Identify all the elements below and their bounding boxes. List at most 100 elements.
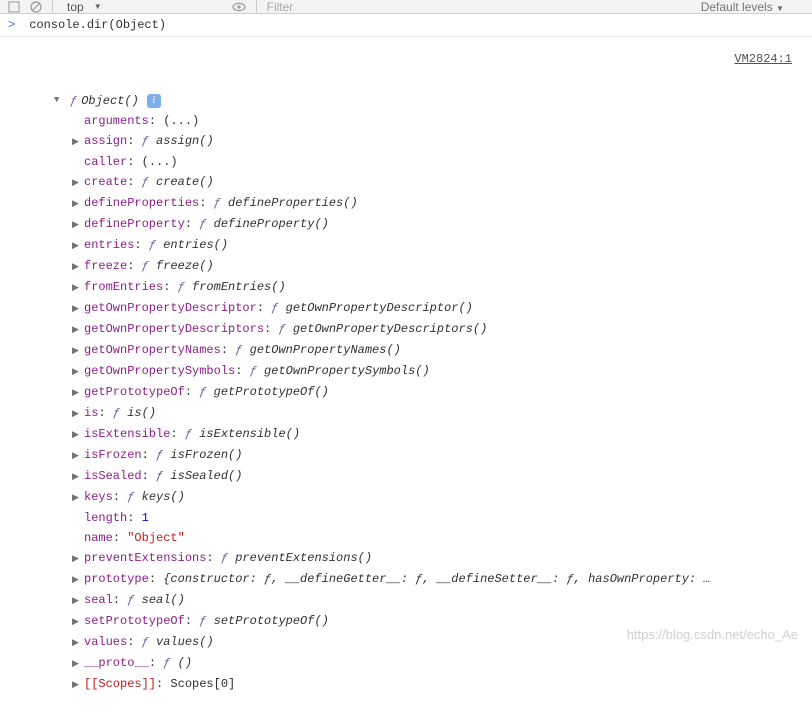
property-row[interactable]: ▶preventExtensions: ƒ preventExtensions(… [72,548,804,569]
disclosure-icon[interactable]: ▶ [72,612,82,632]
disclosure-icon[interactable]: ▶ [72,446,82,466]
disclosure-icon[interactable]: ▶ [72,404,82,424]
eye-icon[interactable] [232,2,246,12]
property-row[interactable]: ▶getOwnPropertySymbols: ƒ getOwnProperty… [72,361,804,382]
property-row[interactable]: ▶getPrototypeOf: ƒ getPrototypeOf() [72,382,804,403]
property-sep: : [149,572,163,586]
property-row[interactable]: ▶is: ƒ is() [72,403,804,424]
source-link[interactable]: VM2824:1 [734,52,792,66]
property-row[interactable]: ▶defineProperty: ƒ defineProperty() [72,214,804,235]
disclosure-icon[interactable]: ▶ [72,488,82,508]
property-row[interactable]: ▶create: ƒ create() [72,172,804,193]
context-selector[interactable]: top [67,0,84,14]
disclosure-icon[interactable]: ▶ [72,278,82,298]
property-sep: : [170,427,184,441]
property-sep: : [127,175,141,189]
disclosure-icon[interactable]: ▶ [72,591,82,611]
disclosure-icon[interactable]: ▶ [72,236,82,256]
property-row[interactable]: ▶prototype: {constructor: ƒ, __defineGet… [72,569,804,590]
property-row[interactable]: ▶getOwnPropertyDescriptor: ƒ getOwnPrope… [72,298,804,319]
function-signature: getOwnPropertyDescriptor() [286,301,473,315]
property-row[interactable]: ▶isFrozen: ƒ isFrozen() [72,445,804,466]
disclosure-icon[interactable]: ▶ [72,570,82,590]
disclosure-icon[interactable]: ▶ [72,173,82,193]
disclosure-icon[interactable]: ▶ [72,132,82,152]
property-row[interactable]: ▶seal: ƒ seal() [72,590,804,611]
property-row[interactable]: caller: (...) [72,152,804,172]
console-input-line[interactable]: > console.dir(Object) [0,14,812,37]
property-sep: : [142,469,156,483]
disclosure-icon[interactable]: ▶ [72,467,82,487]
disclosure-icon[interactable]: ▶ [72,299,82,319]
disclosure-icon[interactable]: ▶ [72,194,82,214]
context-dropdown-icon[interactable]: ▼ [94,2,102,11]
filter-input[interactable]: Filter [267,0,427,14]
properties-list: arguments: (...)▶assign: ƒ assign()calle… [54,111,804,695]
property-row[interactable]: ▶getOwnPropertyNames: ƒ getOwnPropertyNa… [72,340,804,361]
function-letter: ƒ [250,364,264,378]
function-letter: ƒ [156,469,170,483]
function-signature: is() [127,406,156,420]
property-sep: : [185,614,199,628]
property-key: preventExtensions [84,551,206,565]
property-row[interactable]: arguments: (...) [72,111,804,131]
watermark: https://blog.csdn.net/echo_Ae [627,627,798,642]
property-row[interactable]: ▶defineProperties: ƒ defineProperties() [72,193,804,214]
function-signature: seal() [142,593,185,607]
clear-icon[interactable] [30,1,42,13]
function-signature: freeze() [156,259,214,273]
tree-header[interactable]: ▼ ƒ Object() i [54,91,804,111]
prompt-icon: > [8,18,15,32]
disclosure-icon[interactable]: ▶ [72,257,82,277]
property-sep: : [185,385,199,399]
disclosure-icon[interactable]: ▶ [72,215,82,235]
disclosure-icon[interactable]: ▶ [72,425,82,445]
property-sep: : [199,196,213,210]
disclosure-icon[interactable]: ▼ [54,90,64,110]
info-icon[interactable]: i [147,94,161,108]
function-signature: fromEntries() [192,280,286,294]
disclosure-icon[interactable]: ▶ [72,341,82,361]
property-row[interactable]: ▶getOwnPropertyDescriptors: ƒ getOwnProp… [72,319,804,340]
disclosure-icon[interactable]: ▶ [72,383,82,403]
property-key: defineProperty [84,217,185,231]
property-sep: : [156,677,170,691]
property-row[interactable]: ▶entries: ƒ entries() [72,235,804,256]
property-row[interactable]: ▶isExtensible: ƒ isExtensible() [72,424,804,445]
function-letter: ƒ [156,448,170,462]
property-sep: : [235,364,249,378]
disclosure-icon[interactable]: ▶ [72,675,82,695]
levels-selector[interactable]: Default levels ▼ [701,0,784,14]
property-row[interactable]: ▶[[Scopes]]: Scopes[0] [72,674,804,695]
property-row[interactable]: ▶fromEntries: ƒ fromEntries() [72,277,804,298]
property-key: isSealed [84,469,142,483]
property-value: {constructor: ƒ, __defineGetter__: ƒ, __… [163,572,710,586]
stop-icon[interactable] [8,1,20,13]
property-sep: : [113,593,127,607]
property-key: getOwnPropertySymbols [84,364,235,378]
property-key: getOwnPropertyDescriptor [84,301,257,315]
property-row[interactable]: ▶freeze: ƒ freeze() [72,256,804,277]
property-row[interactable]: name: "Object" [72,528,804,548]
property-row[interactable]: length: 1 [72,508,804,528]
property-row[interactable]: ▶assign: ƒ assign() [72,131,804,152]
disclosure-icon[interactable]: ▶ [72,633,82,653]
disclosure-icon[interactable]: ▶ [72,654,82,674]
property-key: arguments [84,114,149,128]
property-key: __proto__ [84,656,149,670]
disclosure-icon[interactable]: ▶ [72,362,82,382]
property-sep: : [127,134,141,148]
property-key: prototype [84,572,149,586]
property-row[interactable]: ▶isSealed: ƒ isSealed() [72,466,804,487]
property-key: create [84,175,127,189]
function-letter: ƒ [142,259,156,273]
disclosure-icon[interactable]: ▶ [72,320,82,340]
property-sep: : [185,217,199,231]
function-signature: keys() [142,490,185,504]
toolbar: top ▼ Filter Default levels ▼ [0,0,812,14]
property-row[interactable]: ▶keys: ƒ keys() [72,487,804,508]
disclosure-icon[interactable]: ▶ [72,549,82,569]
function-signature: () [178,656,192,670]
property-row[interactable]: ▶__proto__: ƒ () [72,653,804,674]
function-signature: defineProperty() [214,217,329,231]
